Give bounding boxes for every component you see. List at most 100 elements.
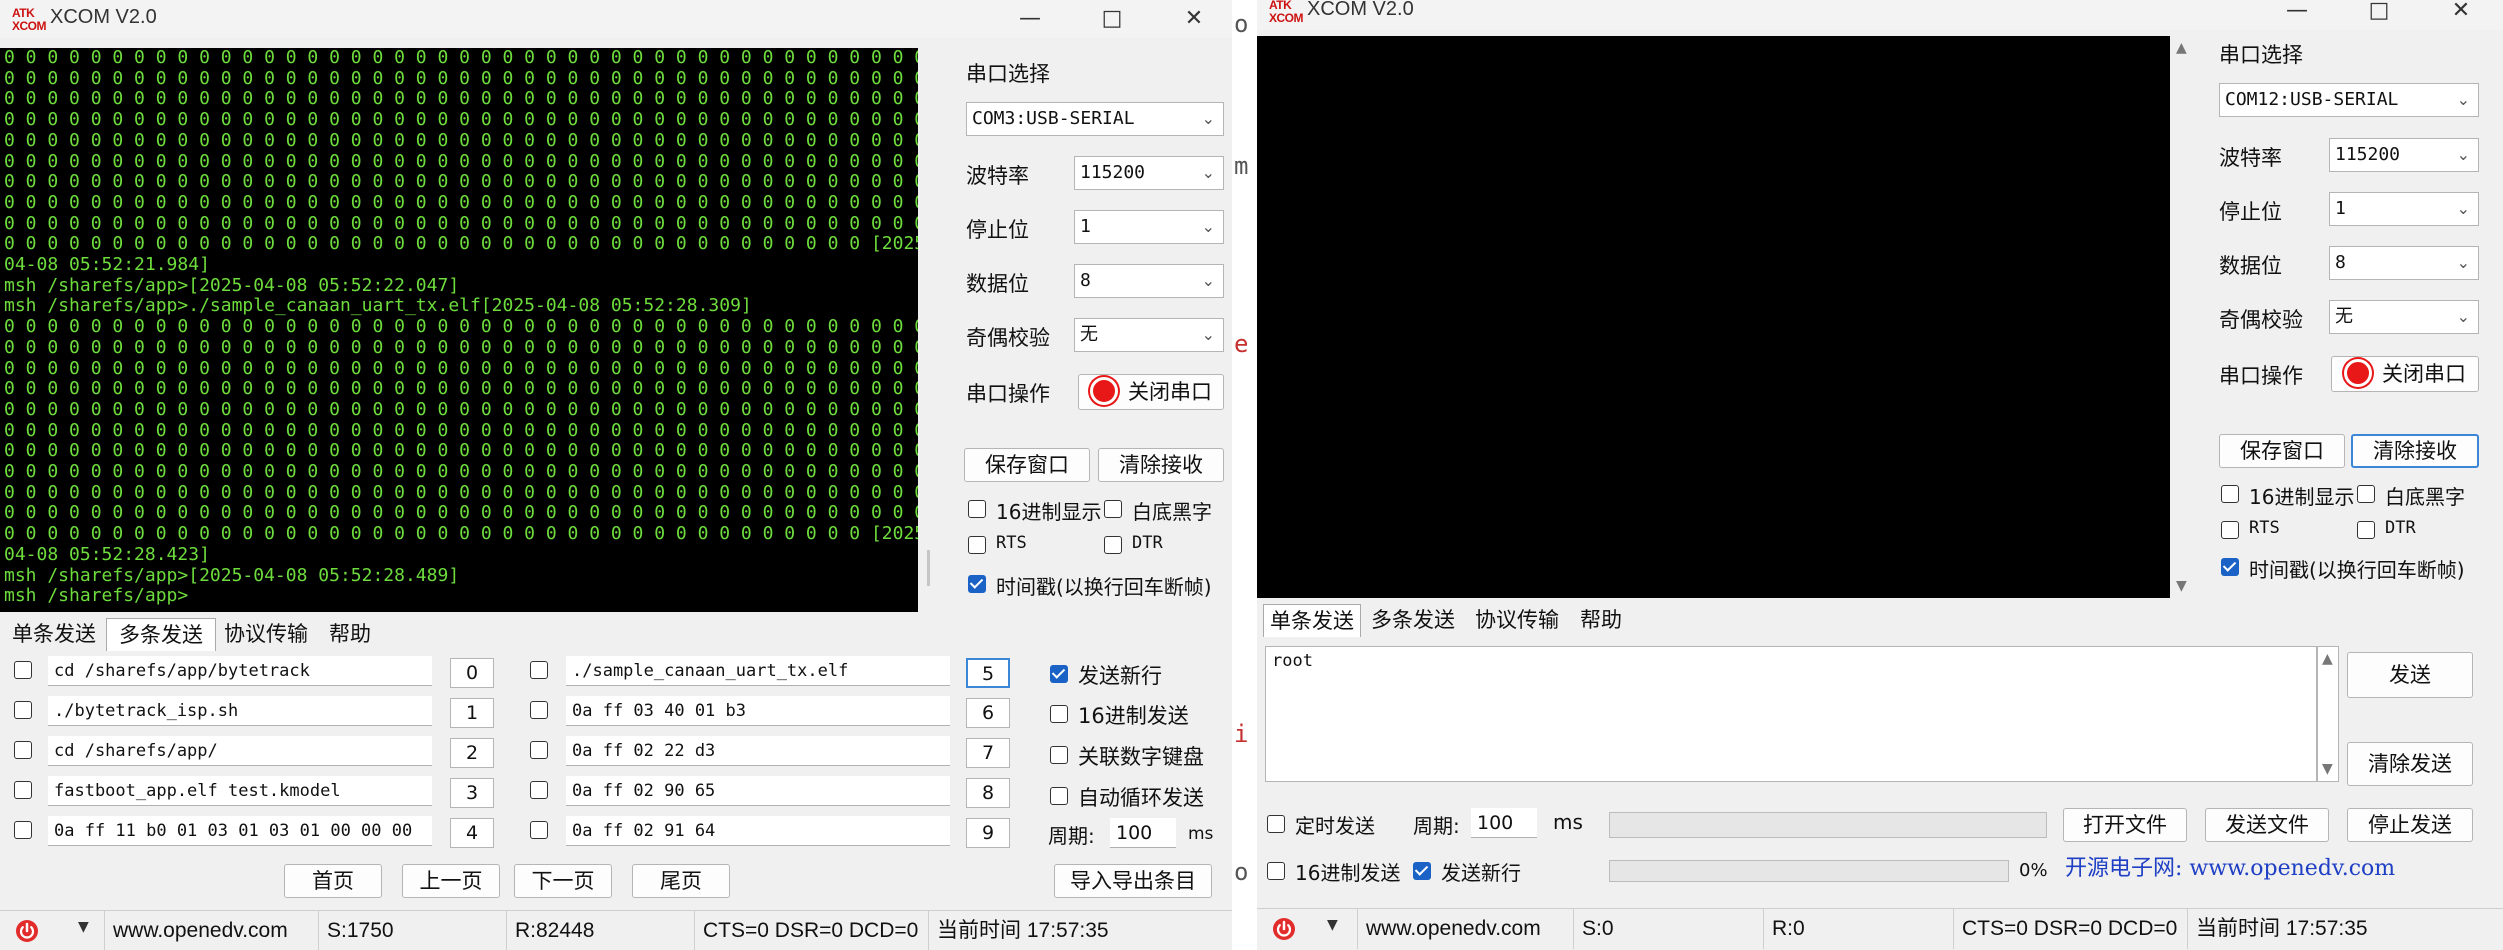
multi-send-input[interactable]: cd /sharefs/app/bytetrack xyxy=(48,656,432,686)
tab-multi-send[interactable]: 多条发送 xyxy=(1363,604,1463,636)
multi-send-input[interactable]: cd /sharefs/app/ xyxy=(48,736,432,766)
dtr-checkbox[interactable] xyxy=(2357,521,2375,539)
send-newline-checkbox[interactable] xyxy=(1050,665,1068,683)
tab-help[interactable]: 帮助 xyxy=(1573,604,1629,636)
multi-send-checkbox[interactable] xyxy=(14,701,32,719)
close-port-button[interactable]: 关闭串口 xyxy=(2331,356,2479,392)
hex-display-checkbox[interactable] xyxy=(2221,485,2239,503)
multi-send-button[interactable]: 2 xyxy=(450,738,494,768)
hex-send-checkbox[interactable] xyxy=(1267,862,1285,880)
parity-select[interactable]: 无 ⌄ xyxy=(2329,300,2479,334)
multi-send-input[interactable]: 0a ff 02 22 d3 xyxy=(566,736,950,766)
send-textarea[interactable]: root xyxy=(1265,646,2317,782)
minimize-icon[interactable]: — xyxy=(1002,4,1058,34)
multi-send-button[interactable]: 8 xyxy=(966,778,1010,808)
multi-send-checkbox[interactable] xyxy=(530,781,548,799)
stop-bits-select[interactable]: 1 ⌄ xyxy=(1074,210,1224,244)
clear-receive-button[interactable]: 清除接收 xyxy=(1098,448,1224,482)
power-icon[interactable] xyxy=(14,918,40,944)
multi-send-button[interactable]: 6 xyxy=(966,698,1010,728)
dtr-checkbox[interactable] xyxy=(1104,536,1122,554)
next-page-button[interactable]: 下一页 xyxy=(514,864,612,898)
prev-page-button[interactable]: 上一页 xyxy=(402,864,500,898)
maximize-icon[interactable]: □ xyxy=(2351,0,2407,26)
status-url[interactable]: www.openedv.com xyxy=(1357,909,1573,949)
rts-checkbox[interactable] xyxy=(2221,521,2239,539)
close-port-button[interactable]: 关闭串口 xyxy=(1078,374,1224,410)
send-scrollbar[interactable]: ▲ ▼ xyxy=(2317,646,2339,782)
multi-send-checkbox[interactable] xyxy=(530,741,548,759)
terminal-scrollbar[interactable] xyxy=(918,48,940,612)
multi-send-button[interactable]: 7 xyxy=(966,738,1010,768)
clear-send-button[interactable]: 清除发送 xyxy=(2347,742,2473,786)
close-icon[interactable]: ✕ xyxy=(2433,0,2489,26)
save-window-button[interactable]: 保存窗口 xyxy=(964,448,1090,482)
scroll-up-icon[interactable]: ▲ xyxy=(2176,40,2187,56)
multi-send-checkbox[interactable] xyxy=(530,661,548,679)
send-newline-checkbox[interactable] xyxy=(1413,862,1431,880)
terminal-scrollbar[interactable]: ▲ ▼ xyxy=(2170,36,2194,598)
save-window-button[interactable]: 保存窗口 xyxy=(2219,434,2345,468)
hex-send-checkbox[interactable] xyxy=(1050,705,1068,723)
receive-terminal[interactable] xyxy=(1257,36,2170,598)
multi-send-button[interactable]: 5 xyxy=(966,658,1010,688)
minimize-icon[interactable]: — xyxy=(2269,0,2325,26)
multi-send-button[interactable]: 1 xyxy=(450,698,494,728)
power-icon[interactable] xyxy=(1271,916,1297,942)
multi-send-checkbox[interactable] xyxy=(530,701,548,719)
last-page-button[interactable]: 尾页 xyxy=(632,864,730,898)
open-file-button[interactable]: 打开文件 xyxy=(2063,808,2187,842)
openedv-brand-link[interactable]: 开源电子网: www.openedv.com xyxy=(2065,850,2395,882)
numpad-checkbox[interactable] xyxy=(1050,746,1068,764)
rts-checkbox[interactable] xyxy=(968,536,986,554)
status-chevron-down-icon[interactable]: ▼ xyxy=(1327,917,1338,933)
multi-send-button[interactable]: 9 xyxy=(966,818,1010,848)
white-bg-checkbox[interactable] xyxy=(1104,500,1122,518)
multi-send-input[interactable]: 0a ff 11 b0 01 03 01 03 01 00 00 00 xyxy=(48,816,432,846)
maximize-icon[interactable]: □ xyxy=(1084,4,1140,34)
send-button[interactable]: 发送 xyxy=(2347,652,2473,698)
multi-send-checkbox[interactable] xyxy=(530,821,548,839)
stop-bits-select[interactable]: 1 ⌄ xyxy=(2329,192,2479,226)
multi-send-input[interactable]: ./sample_canaan_uart_tx.elf xyxy=(566,656,950,686)
first-page-button[interactable]: 首页 xyxy=(284,864,382,898)
data-bits-select[interactable]: 8 ⌄ xyxy=(1074,264,1224,298)
port-select[interactable]: COM3:USB-SERIAL ⌄ xyxy=(966,102,1224,136)
period-input[interactable]: 100 xyxy=(1110,818,1176,848)
tab-single-send[interactable]: 单条发送 xyxy=(1263,604,1361,637)
tab-help[interactable]: 帮助 xyxy=(322,618,378,650)
send-file-button[interactable]: 发送文件 xyxy=(2205,808,2329,842)
scroll-down-icon[interactable]: ▼ xyxy=(2176,578,2187,594)
scrollbar-thumb[interactable] xyxy=(927,550,930,586)
multi-send-input[interactable]: 0a ff 03 40 01 b3 xyxy=(566,696,950,726)
close-icon[interactable]: ✕ xyxy=(1166,4,1222,34)
white-bg-checkbox[interactable] xyxy=(2357,485,2375,503)
timed-send-checkbox[interactable] xyxy=(1267,815,1285,833)
multi-send-input[interactable]: ./bytetrack_isp.sh xyxy=(48,696,432,726)
multi-send-input[interactable]: fastboot_app.elf test.kmodel xyxy=(48,776,432,806)
timestamp-checkbox[interactable] xyxy=(968,575,986,593)
multi-send-button[interactable]: 3 xyxy=(450,778,494,808)
multi-send-input[interactable]: 0a ff 02 91 64 xyxy=(566,816,950,846)
status-url[interactable]: www.openedv.com xyxy=(104,911,318,950)
title-bar[interactable]: ATK XCOM XCOM V2.0 — □ ✕ xyxy=(0,0,1232,38)
multi-send-button[interactable]: 0 xyxy=(450,658,494,688)
multi-send-button[interactable]: 4 xyxy=(450,818,494,848)
hex-display-checkbox[interactable] xyxy=(968,500,986,518)
parity-select[interactable]: 无 ⌄ xyxy=(1074,318,1224,352)
multi-send-checkbox[interactable] xyxy=(14,781,32,799)
period-input[interactable]: 100 xyxy=(1471,808,1537,838)
multi-send-input[interactable]: 0a ff 02 90 65 xyxy=(566,776,950,806)
receive-terminal[interactable]: 0 0 0 0 0 0 0 0 0 0 0 0 0 0 0 0 0 0 0 0 … xyxy=(0,48,918,612)
scroll-down-icon[interactable]: ▼ xyxy=(2322,761,2333,777)
baud-select[interactable]: 115200 ⌄ xyxy=(2329,138,2479,172)
tab-multi-send[interactable]: 多条发送 xyxy=(106,618,216,651)
import-export-button[interactable]: 导入导出条目 xyxy=(1054,864,1212,898)
tab-single-send[interactable]: 单条发送 xyxy=(6,618,102,650)
port-select[interactable]: COM12:USB-SERIAL ⌄ xyxy=(2219,83,2479,117)
timestamp-checkbox[interactable] xyxy=(2221,558,2239,576)
multi-send-checkbox[interactable] xyxy=(14,661,32,679)
stop-send-button[interactable]: 停止发送 xyxy=(2347,808,2473,842)
tab-protocol[interactable]: 协议传输 xyxy=(218,618,314,650)
clear-receive-button[interactable]: 清除接收 xyxy=(2351,434,2479,468)
